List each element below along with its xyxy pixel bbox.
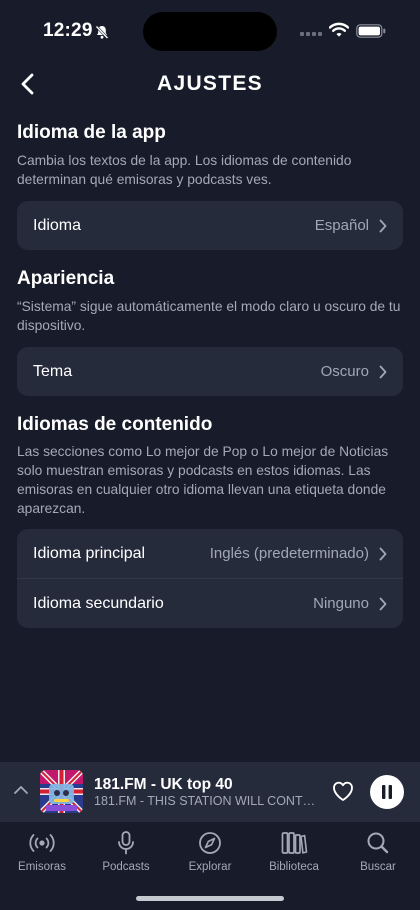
language-row[interactable]: Idioma Español xyxy=(17,201,403,250)
dynamic-island xyxy=(143,12,277,51)
home-indicator xyxy=(136,896,284,901)
tab-label: Explorar xyxy=(188,861,232,873)
row-label: Tema xyxy=(33,362,73,380)
row-label: Idioma xyxy=(33,216,82,234)
tab-explorar[interactable]: Explorar xyxy=(168,822,252,873)
tab-emisoras[interactable]: Emisoras xyxy=(0,822,84,873)
section-title-appearance: Apariencia xyxy=(17,268,115,289)
section-title-content-languages: Idiomas de contenido xyxy=(17,414,213,435)
battery-icon xyxy=(356,24,386,38)
heart-icon[interactable] xyxy=(331,780,355,802)
page-title: AJUSTES xyxy=(157,72,263,95)
compass-icon xyxy=(199,832,221,854)
chevron-right-icon xyxy=(379,547,387,560)
appearance-card: Tema Oscuro xyxy=(17,347,403,396)
bell-muted-icon xyxy=(95,25,109,39)
library-icon xyxy=(281,832,308,854)
wifi-icon xyxy=(329,22,349,37)
tab-biblioteca[interactable]: Biblioteca xyxy=(252,822,336,873)
tab-buscar[interactable]: Buscar xyxy=(336,822,420,873)
tab-label: Biblioteca xyxy=(269,861,319,873)
row-value: Español xyxy=(314,217,369,234)
content-languages-card: Idioma principal Inglés (predeterminado)… xyxy=(17,529,403,628)
chevron-right-icon xyxy=(379,597,387,610)
tab-label: Podcasts xyxy=(102,861,150,873)
secondary-language-row[interactable]: Idioma secundario Ninguno xyxy=(17,578,403,628)
status-bar: 12:29 xyxy=(0,0,420,62)
chevron-right-icon xyxy=(379,219,387,232)
cellular-signal-icon xyxy=(300,32,322,36)
tab-label: Buscar xyxy=(360,861,396,873)
chevron-right-icon xyxy=(379,365,387,378)
section-description-appearance: “Sistema” sigue automáticamente el modo … xyxy=(17,299,401,333)
row-value: Ninguno xyxy=(313,595,369,612)
radio-icon xyxy=(29,834,55,852)
tab-label: Emisoras xyxy=(18,861,66,873)
mini-player[interactable]: 181.FM - UK top 40 181.FM - THIS STATION… xyxy=(0,762,420,822)
now-playing-subtitle: 181.FM - THIS STATION WILL CONTINUE xyxy=(94,794,318,808)
navigation-bar: AJUSTES xyxy=(0,62,420,106)
row-label: Idioma secundario xyxy=(33,594,164,612)
section-description-content-languages: Las secciones como Lo mejor de Pop o Lo … xyxy=(17,444,389,516)
section-title-app-language: Idioma de la app xyxy=(17,122,166,143)
app-language-card: Idioma Español xyxy=(17,201,403,250)
theme-row[interactable]: Tema Oscuro xyxy=(17,347,403,396)
station-artwork xyxy=(40,770,83,813)
primary-language-row[interactable]: Idioma principal Inglés (predeterminado) xyxy=(17,529,403,578)
search-icon xyxy=(367,832,389,854)
row-label: Idioma principal xyxy=(33,544,146,562)
pause-button[interactable] xyxy=(370,775,404,809)
tab-podcasts[interactable]: Podcasts xyxy=(84,822,168,873)
row-value: Oscuro xyxy=(320,363,369,380)
chevron-up-icon[interactable] xyxy=(13,784,29,796)
microphone-icon xyxy=(118,831,134,855)
now-playing-title: 181.FM - UK top 40 xyxy=(94,776,233,793)
row-value: Inglés (predeterminado) xyxy=(209,545,369,562)
pause-icon xyxy=(382,785,392,799)
section-description-app-language: Cambia los textos de la app. Los idiomas… xyxy=(17,153,352,187)
status-time: 12:29 xyxy=(43,20,93,41)
